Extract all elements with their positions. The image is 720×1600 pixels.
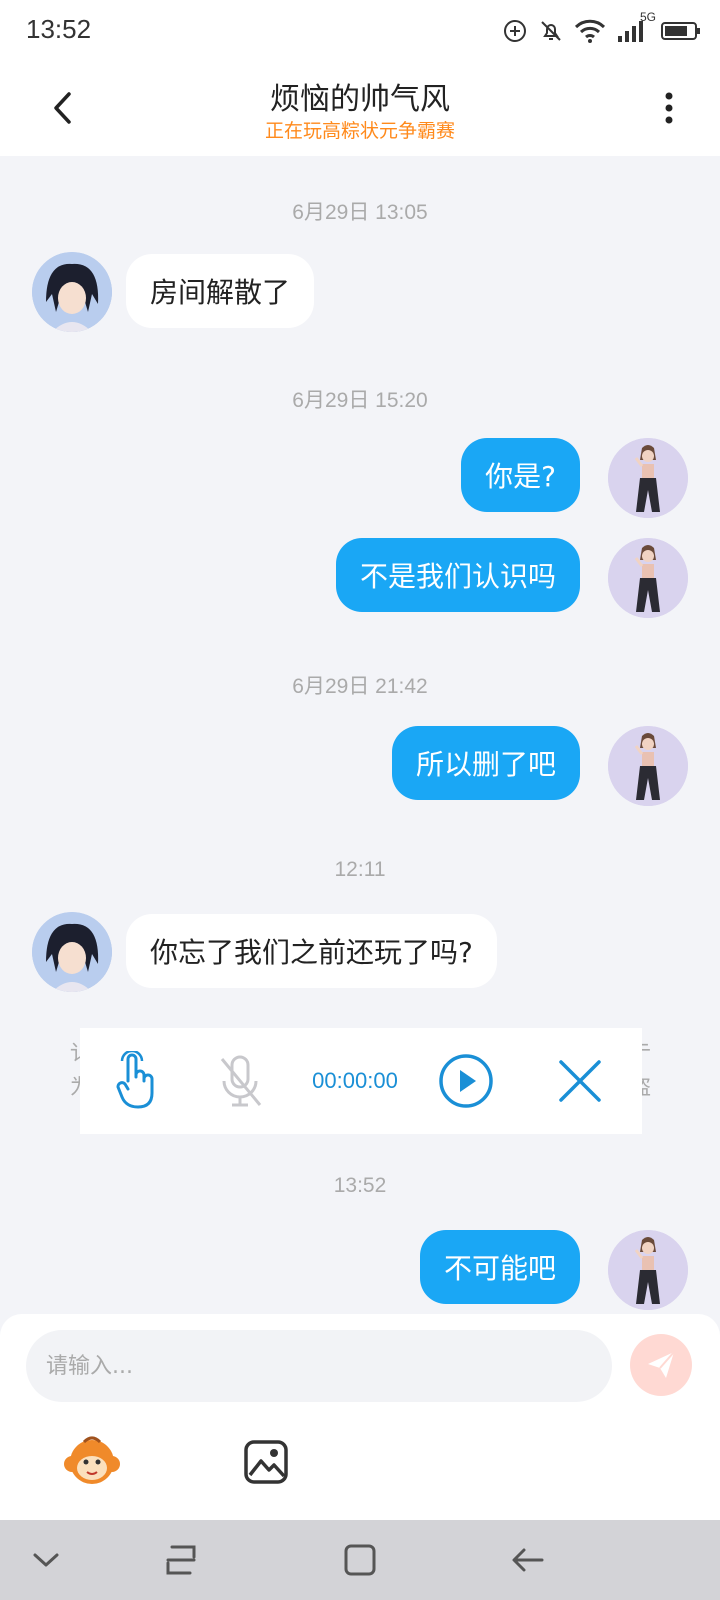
message-bubble-outgoing[interactable]: 不可能吧	[419, 1230, 580, 1304]
contact-name: 烦恼的帅气风	[270, 82, 450, 117]
my-avatar[interactable]	[608, 1230, 688, 1310]
voice-record-panel: 00:00:00	[80, 1028, 642, 1134]
timestamp: 13:52	[333, 1174, 387, 1197]
message-bubble-incoming[interactable]: 你忘了我们之前还玩了吗?	[126, 914, 497, 988]
close-panel-button[interactable]	[550, 1046, 610, 1116]
signal-icon: 5G	[616, 10, 656, 44]
back-arrow-icon	[512, 1548, 544, 1572]
image-icon	[244, 1440, 288, 1484]
more-options-button[interactable]	[654, 86, 684, 130]
sticker-button[interactable]	[62, 1432, 122, 1492]
timestamp: 6月29日 13:05	[292, 201, 428, 224]
status-icons: 5G	[502, 10, 702, 48]
my-avatar[interactable]	[608, 438, 688, 518]
mic-off-icon	[220, 1055, 262, 1107]
message-list[interactable]: 6月29日 13:05 房间解散了 6月29日 15:20 你是? 不是我们认识…	[0, 156, 720, 1314]
send-icon	[648, 1351, 675, 1378]
network-type-label: 5G	[639, 10, 656, 24]
play-button[interactable]	[436, 1046, 496, 1116]
hide-nav-button[interactable]	[26, 1540, 66, 1580]
status-time: 13:52	[26, 14, 92, 44]
record-timer: 00:00:00	[312, 1068, 398, 1093]
monkey-sticker-icon	[64, 1436, 120, 1484]
mic-toggle-button[interactable]	[210, 1046, 270, 1116]
message-bubble-incoming[interactable]: 房间解散了	[126, 254, 315, 328]
system-nav-bar	[0, 1520, 720, 1600]
composer	[0, 1314, 720, 1520]
more-vertical-icon	[665, 92, 673, 124]
home-button[interactable]	[340, 1540, 380, 1580]
chat-header: 烦恼的帅气风 正在玩高粽状元争霸赛	[0, 62, 720, 156]
wifi-icon	[574, 18, 606, 44]
tap-gesture-button[interactable]	[106, 1046, 166, 1116]
message-bubble-outgoing[interactable]: 所以删了吧	[391, 726, 580, 800]
message-input[interactable]	[26, 1330, 612, 1402]
battery-icon	[660, 18, 702, 44]
message-bubble-outgoing[interactable]: 不是我们认识吗	[335, 538, 580, 612]
recents-button[interactable]	[162, 1540, 202, 1580]
timestamp: 6月29日 15:20	[292, 389, 428, 412]
bell-muted-icon	[538, 18, 564, 44]
hand-tap-icon	[116, 1051, 154, 1109]
message-bubble-outgoing[interactable]: 你是?	[461, 438, 580, 512]
timestamp: 6月29日 21:42	[292, 675, 428, 698]
my-avatar[interactable]	[608, 726, 688, 806]
image-picker-button[interactable]	[236, 1432, 296, 1492]
add-circle-icon	[502, 18, 528, 44]
my-avatar[interactable]	[608, 538, 688, 618]
send-button[interactable]	[630, 1334, 692, 1396]
timestamp: 12:11	[334, 858, 386, 881]
close-icon	[559, 1060, 601, 1102]
contact-avatar[interactable]	[32, 252, 112, 332]
home-square-icon	[344, 1544, 376, 1576]
status-bar: 13:52 5G	[0, 0, 720, 62]
back-nav-button[interactable]	[508, 1540, 548, 1580]
contact-status: 正在玩高粽状元争霸赛	[264, 120, 455, 142]
chevron-down-icon	[33, 1553, 59, 1567]
recent-apps-icon	[166, 1545, 196, 1575]
contact-avatar[interactable]	[32, 912, 112, 992]
play-icon	[439, 1054, 493, 1108]
